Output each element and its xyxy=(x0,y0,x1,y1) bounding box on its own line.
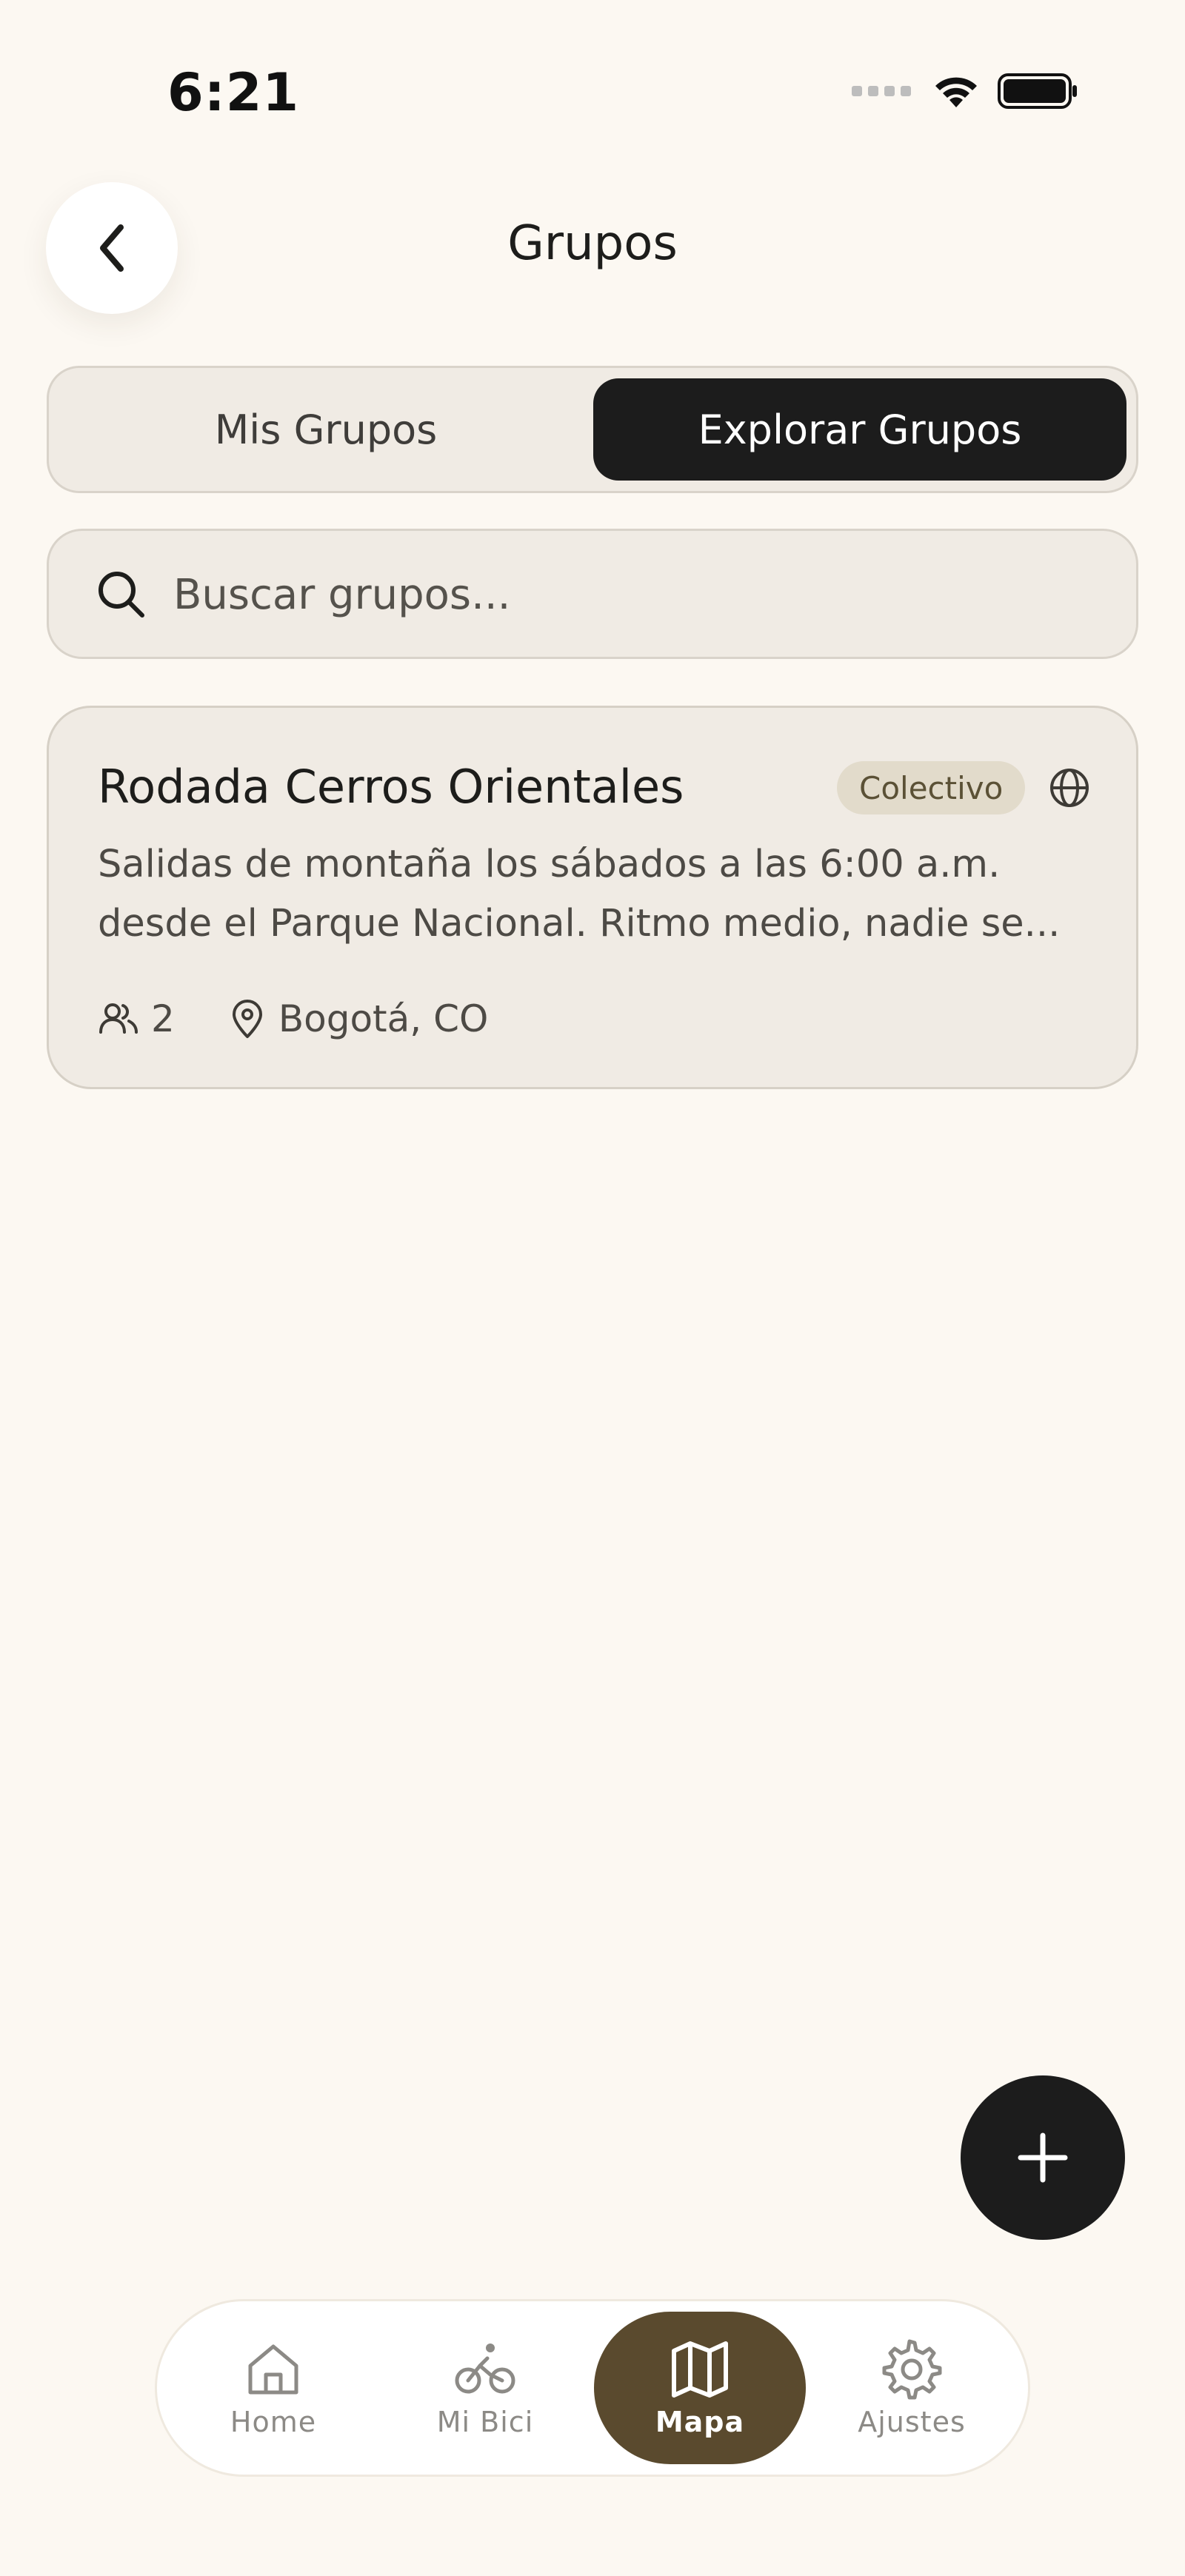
map-icon xyxy=(672,2341,728,2398)
bicycle-icon xyxy=(455,2344,515,2394)
group-type-badge: Colectivo xyxy=(837,761,1026,814)
groups-screen: 6:21 Grupos Mis Grupos Explorar Grupos B… xyxy=(0,0,1185,2576)
nav-mapa[interactable]: Mapa xyxy=(594,2312,806,2464)
nav-mapa-label: Mapa xyxy=(655,2406,745,2438)
cellular-signal-icon xyxy=(852,86,911,96)
group-meta: 2 Bogotá, CO xyxy=(98,989,488,1048)
search-input[interactable] xyxy=(173,553,1099,636)
group-name: Rodada Cerros Orientales xyxy=(98,760,684,814)
tab-explorar-grupos[interactable]: Explorar Grupos xyxy=(593,378,1126,481)
bottom-navigation: Home Mi Bici Mapa Ajustes xyxy=(155,2299,1030,2477)
nav-mi-bici[interactable]: Mi Bici xyxy=(379,2312,591,2464)
group-description: Salidas de montaña los sábados a las 6:0… xyxy=(98,843,1061,946)
nav-mi-bici-label: Mi Bici xyxy=(436,2406,534,2438)
wifi-icon xyxy=(935,77,977,107)
create-group-button[interactable] xyxy=(961,2075,1125,2240)
plus-icon xyxy=(1018,2132,1068,2183)
status-icons xyxy=(852,71,1080,111)
group-location: Bogotá, CO xyxy=(278,997,489,1040)
map-pin-icon xyxy=(232,1000,262,1038)
gear-icon xyxy=(882,2339,942,2400)
tab-mis-grupos[interactable]: Mis Grupos xyxy=(59,378,592,481)
status-time: 6:21 xyxy=(167,62,300,123)
group-tabs: Mis Grupos Explorar Grupos xyxy=(47,366,1138,493)
globe-icon xyxy=(1050,769,1089,807)
group-card[interactable]: Rodada Cerros Orientales Colectivo Salid… xyxy=(47,706,1138,1089)
member-count: 2 xyxy=(151,997,175,1040)
nav-home-label: Home xyxy=(230,2406,317,2438)
search-bar xyxy=(47,529,1138,659)
nav-home[interactable]: Home xyxy=(167,2312,379,2464)
members-icon xyxy=(99,1003,138,1034)
search-icon xyxy=(99,572,144,618)
page-title: Grupos xyxy=(507,216,678,271)
nav-ajustes[interactable]: Ajustes xyxy=(806,2312,1018,2464)
home-icon xyxy=(248,2344,298,2395)
nav-ajustes-label: Ajustes xyxy=(858,2406,966,2438)
battery-icon xyxy=(998,73,1077,109)
